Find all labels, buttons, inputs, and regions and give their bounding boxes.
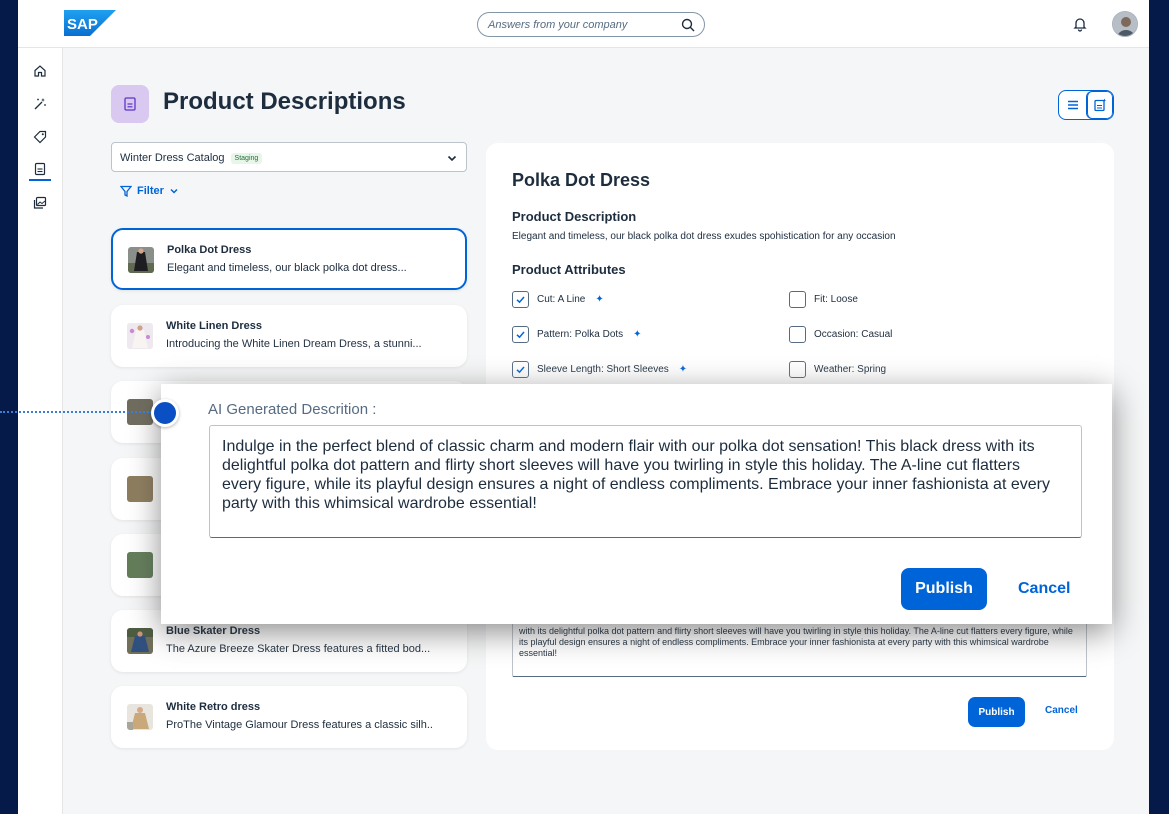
search-input[interactable]: Answers from your company <box>477 12 705 37</box>
filter-label: Filter <box>137 185 164 197</box>
sidebar-item-descriptions[interactable] <box>29 159 51 181</box>
product-desc: Elegant and timeless, our black polka do… <box>167 262 407 274</box>
ai-sparkle-icon: ✦ <box>678 364 688 375</box>
page-title-icon-tile <box>111 85 149 123</box>
attribute-cut[interactable]: Cut: A Line ✦ <box>512 291 604 308</box>
checkmark-icon <box>516 331 525 339</box>
attribute-sleeve-length[interactable]: Sleeve Length: Short Sleeves ✦ <box>512 361 687 378</box>
filter-icon <box>120 185 132 197</box>
catalog-select-value: Winter Dress Catalog Staging <box>120 152 263 164</box>
tag-icon <box>33 130 47 144</box>
checkbox[interactable] <box>512 361 529 378</box>
bell-icon[interactable] <box>1072 16 1088 32</box>
list-view-button[interactable] <box>1059 91 1086 119</box>
attribute-fit[interactable]: Fit: Loose <box>789 291 858 308</box>
ai-description-callout: AI Generated Descrition : Indulge in the… <box>161 384 1112 624</box>
ai-description-text: Indulge in the perfect blend of classic … <box>222 438 1050 512</box>
product-card-white-retro-dress[interactable]: White Retro dress ProThe Vintage Glamour… <box>111 686 467 748</box>
product-thumbnail <box>127 704 153 730</box>
callout-label: AI Generated Descrition : <box>208 401 377 418</box>
attribute-label: Pattern: Polka Dots <box>537 329 624 340</box>
callout-connector-line <box>0 411 152 413</box>
status-badge: Staging <box>230 153 263 164</box>
callout-publish-button[interactable]: Publish <box>901 568 987 610</box>
ai-document-icon <box>1094 98 1107 112</box>
sidebar-item-generate[interactable] <box>29 93 51 115</box>
checkbox[interactable] <box>512 326 529 343</box>
filter-button[interactable]: Filter <box>120 185 179 197</box>
logo-text: SAP <box>67 16 98 33</box>
publish-button[interactable]: Publish <box>968 697 1025 727</box>
product-name: White Linen Dress <box>166 320 262 332</box>
product-thumbnail <box>128 247 154 273</box>
product-desc: ProThe Vintage Glamour Dress features a … <box>166 719 433 731</box>
attribute-label: Cut: A Line <box>537 294 586 305</box>
checkbox[interactable] <box>789 291 806 308</box>
sap-logo[interactable]: SAP <box>64 10 116 36</box>
product-name: Polka Dot Dress <box>167 244 252 256</box>
description-text: Elegant and timeless, our black polka do… <box>512 231 896 242</box>
checkmark-icon <box>516 366 525 374</box>
sidebar-item-home[interactable] <box>29 60 51 82</box>
ai-sparkle-icon: ✦ <box>633 329 642 340</box>
ai-sparkle-icon: ✦ <box>595 294 604 305</box>
attribute-label: Occasion: Casual <box>814 329 893 340</box>
ai-view-button[interactable] <box>1086 91 1113 119</box>
document-icon <box>124 97 136 111</box>
checkbox[interactable] <box>512 291 529 308</box>
attribute-label: Weather: Spring <box>814 364 887 375</box>
chevron-down-icon[interactable] <box>446 152 458 164</box>
shellbar: SAP Answers from your company <box>18 0 1149 48</box>
view-toggle <box>1058 90 1114 120</box>
attribute-occasion[interactable]: Occasion: Casual <box>789 326 892 343</box>
avatar[interactable] <box>1112 11 1138 37</box>
product-name: Blue Skater Dress <box>166 625 261 637</box>
checkmark-icon <box>516 296 525 304</box>
product-card-polka-dot-dress[interactable]: Polka Dot Dress Elegant and timeless, ou… <box>111 228 467 290</box>
search-icon[interactable] <box>680 17 696 33</box>
document-icon <box>34 162 46 176</box>
product-thumbnail <box>127 323 153 349</box>
detail-title: Polka Dot Dress <box>512 170 651 190</box>
attribute-label: Sleeve Length: Short Sleeves <box>537 364 669 375</box>
user-avatar-icon <box>1113 12 1137 36</box>
magic-wand-icon <box>34 98 46 110</box>
home-icon <box>34 65 46 77</box>
image-gallery-icon <box>33 196 47 209</box>
catalog-name: Winter Dress Catalog <box>120 152 225 164</box>
product-thumbnail <box>127 476 153 502</box>
ai-description-textarea[interactable]: Indulge in the perfect blend of classic … <box>209 425 1082 538</box>
checkbox[interactable] <box>789 326 806 343</box>
side-navigation <box>18 48 63 814</box>
cancel-button[interactable]: Cancel <box>1045 705 1078 716</box>
attributes-heading: Product Attributes <box>512 262 626 277</box>
list-icon <box>1067 100 1078 110</box>
product-name: White Retro dress <box>166 701 261 713</box>
product-desc: Introducing the White Linen Dream Dress,… <box>166 338 422 350</box>
page-title: Product Descriptions <box>163 88 406 115</box>
checkbox[interactable] <box>789 361 806 378</box>
description-heading: Product Description <box>512 209 637 224</box>
product-thumbnail <box>127 552 153 578</box>
sidebar-item-images[interactable] <box>29 192 51 214</box>
search-placeholder: Answers from your company <box>488 19 628 31</box>
product-desc: The Azure Breeze Skater Dress features a… <box>166 643 431 655</box>
chevron-down-icon <box>170 188 178 194</box>
app-frame: SAP Answers from your company Product De… <box>18 0 1149 814</box>
attribute-pattern[interactable]: Pattern: Polka Dots ✦ <box>512 326 642 343</box>
attribute-label: Fit: Loose <box>814 294 858 305</box>
product-thumbnail <box>127 628 153 654</box>
attribute-weather[interactable]: Weather: Spring <box>789 361 886 378</box>
sidebar-item-tags[interactable] <box>29 126 51 148</box>
product-card-white-linen-dress[interactable]: White Linen Dress Introducing the White … <box>111 305 467 367</box>
catalog-select[interactable]: Winter Dress Catalog Staging <box>111 142 467 172</box>
callout-marker <box>151 399 179 427</box>
generated-description-text: with its delightful polka dot pattern an… <box>519 626 1073 658</box>
callout-cancel-button[interactable]: Cancel <box>1018 580 1070 598</box>
